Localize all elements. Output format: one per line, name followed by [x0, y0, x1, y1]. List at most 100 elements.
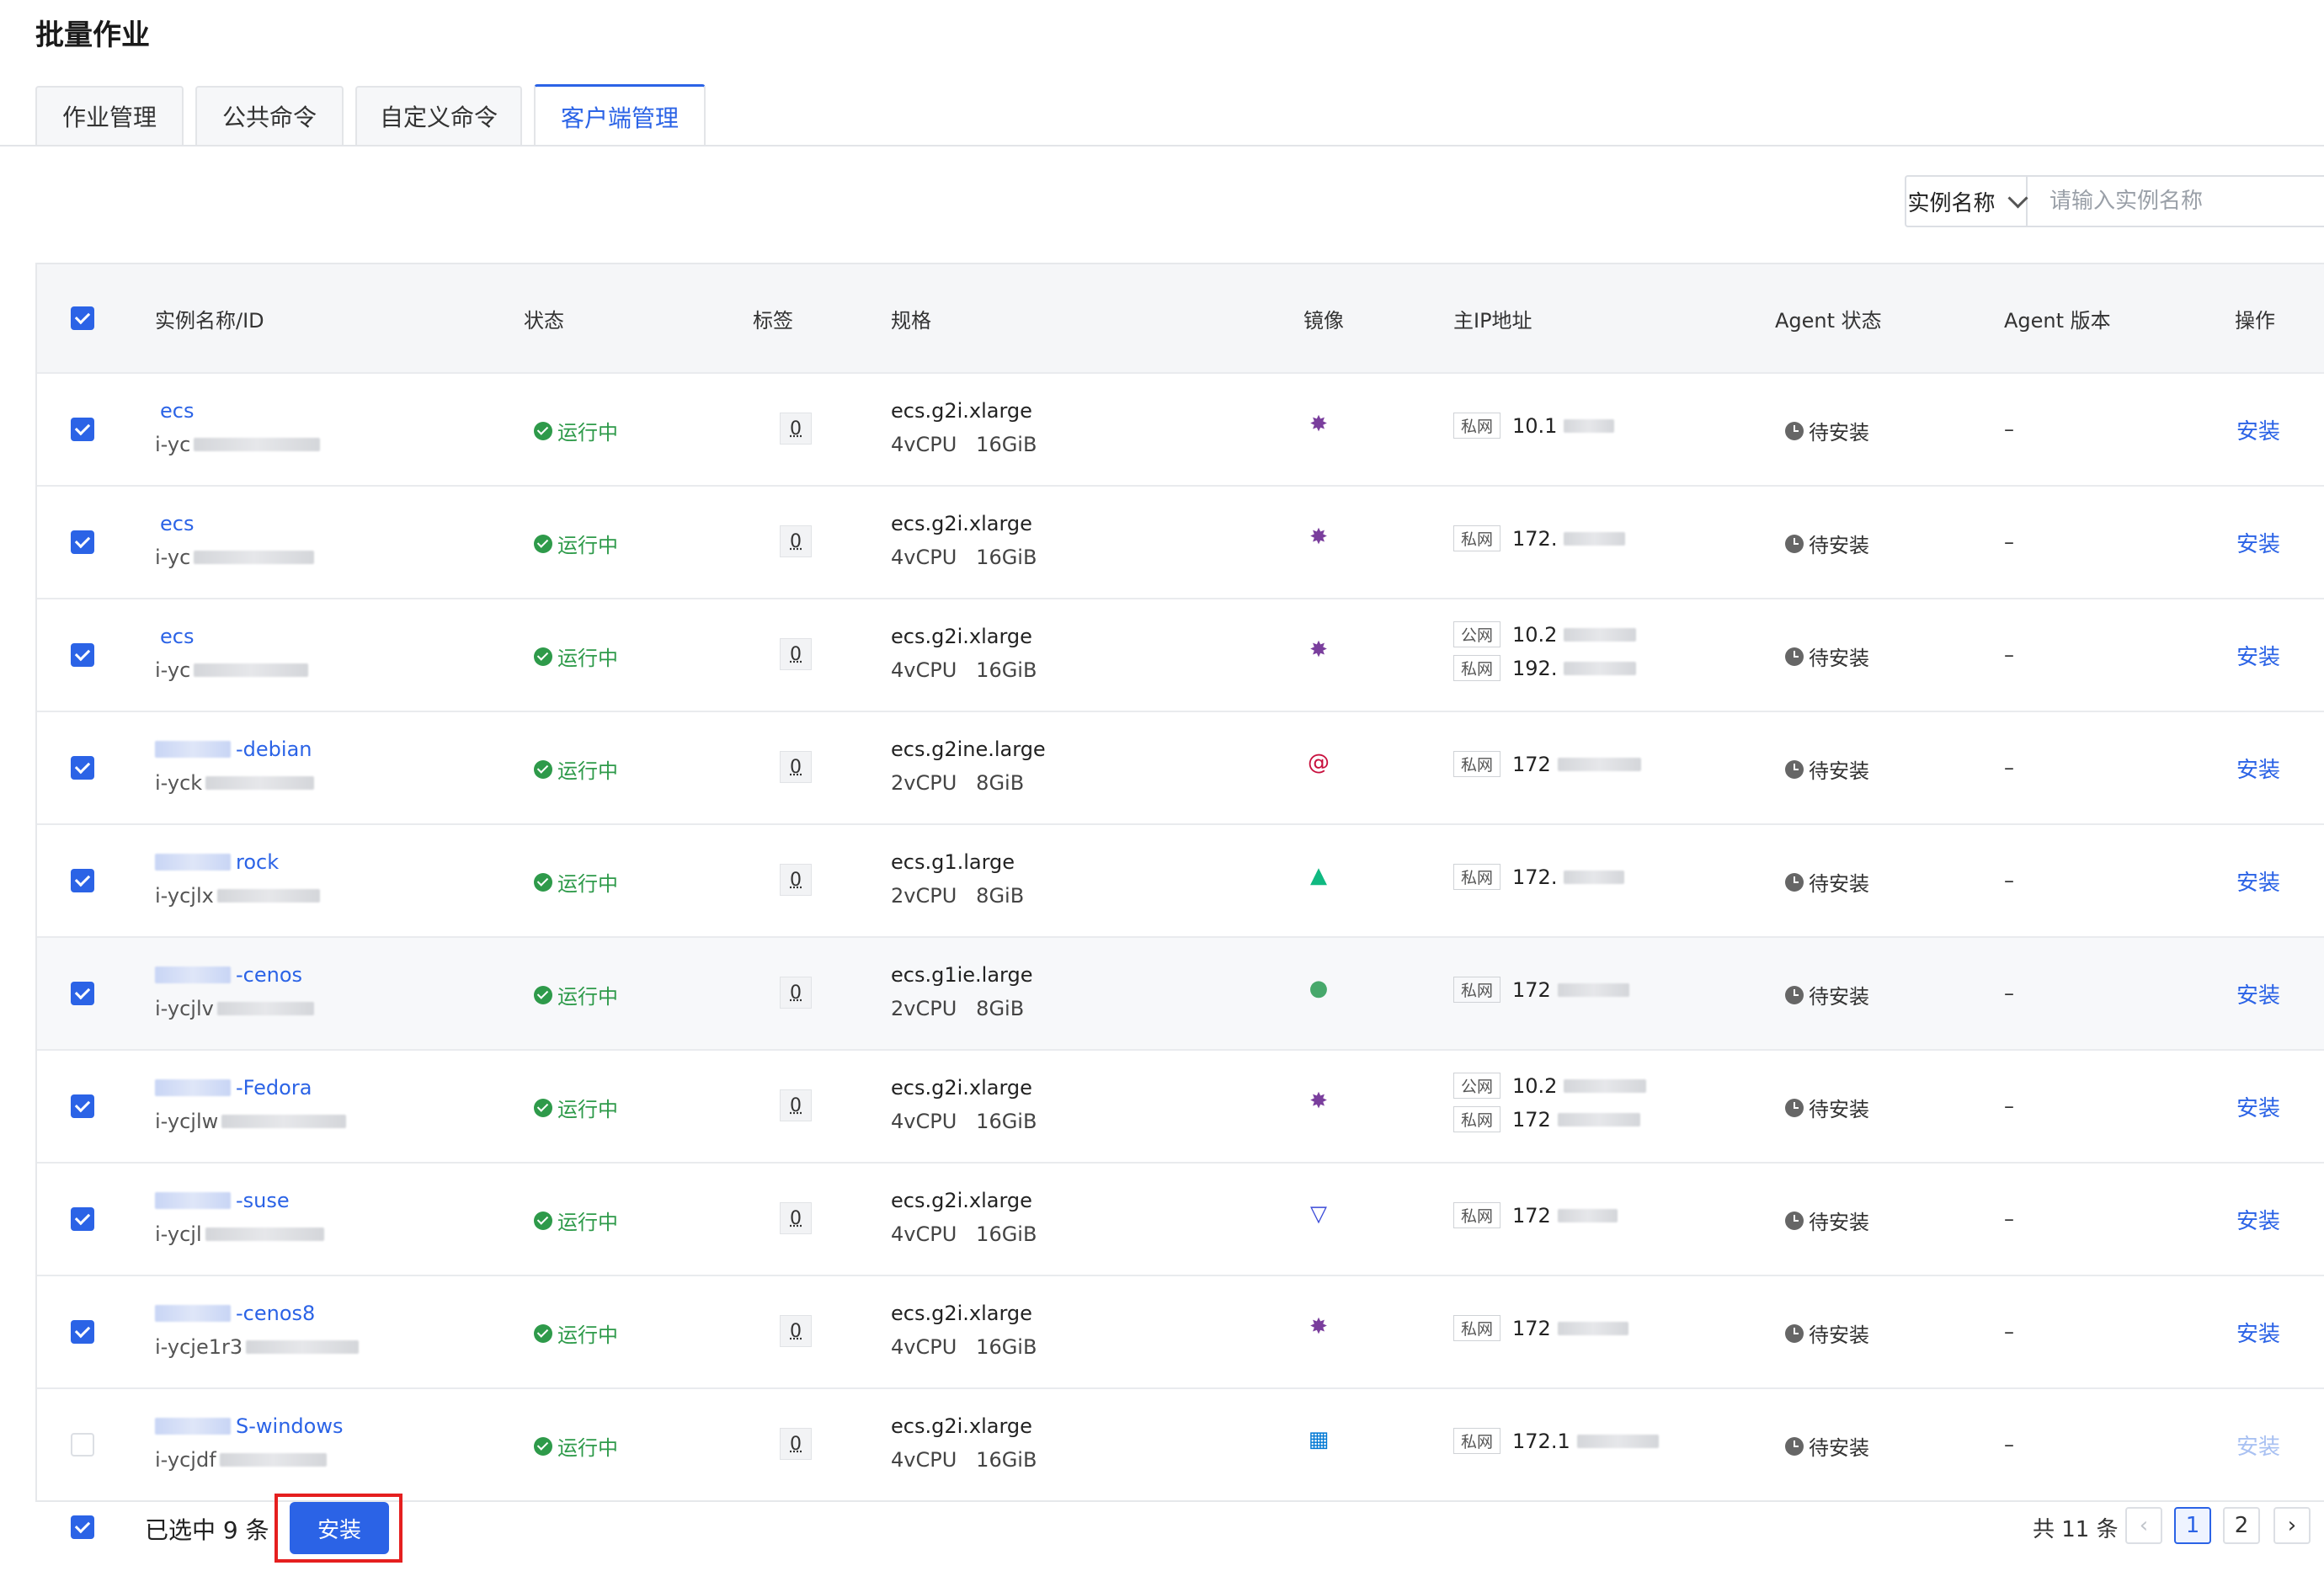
prev-page-button[interactable]: ‹ — [2125, 1507, 2162, 1544]
redacted-ip — [1564, 1078, 1647, 1093]
search-input[interactable] — [2026, 175, 2324, 227]
agent-version: – — [2004, 530, 2014, 554]
instance-name[interactable]: -cenos8 — [155, 1302, 315, 1325]
instance-name[interactable]: ecs — [155, 625, 194, 648]
row-checkbox[interactable] — [71, 1433, 94, 1457]
footer-select-checkbox[interactable] — [71, 1515, 94, 1539]
row-checkbox[interactable] — [71, 756, 94, 780]
row-checkbox[interactable] — [71, 418, 94, 441]
col-header-spec: 规格 — [891, 308, 931, 333]
row-checkbox[interactable] — [71, 1320, 94, 1344]
install-link[interactable]: 安装 — [2236, 865, 2280, 897]
redacted-ip — [1564, 418, 1615, 433]
table-row: ecs i-yc 运行中 0 ecs.g2i.xlarge 4vCPU 16Gi… — [37, 372, 2324, 485]
instance-name[interactable]: ecs — [155, 399, 194, 423]
row-checkbox[interactable] — [71, 982, 94, 1005]
row-checkbox[interactable] — [71, 1207, 94, 1231]
instance-name-link[interactable]: rock — [236, 850, 279, 874]
ip-line: 公网 10.2 — [1453, 1073, 1647, 1099]
instance-name[interactable]: ecs — [155, 512, 194, 535]
tag-count[interactable]: 0 — [780, 1428, 812, 1460]
instance-name[interactable]: -debian — [155, 738, 312, 761]
check-circle-icon — [534, 759, 552, 779]
row-checkbox[interactable] — [71, 1094, 94, 1118]
col-header-image: 镜像 — [1303, 308, 1344, 333]
spec-cpu: 4vCPU — [891, 1448, 957, 1472]
tab-job-management[interactable]: 作业管理 — [35, 86, 184, 145]
ip-address: 172 — [1512, 1316, 1551, 1340]
status-badge: 运行中 — [534, 1206, 618, 1235]
row-checkbox[interactable] — [71, 530, 94, 554]
instance-name-link[interactable]: ecs — [160, 399, 194, 423]
tab-public-commands[interactable]: 公共命令 — [195, 86, 344, 145]
tag-count[interactable]: 0 — [780, 525, 812, 557]
instance-name-link[interactable]: S-windows — [236, 1414, 343, 1438]
row-checkbox[interactable] — [71, 643, 94, 667]
instance-name[interactable]: -suse — [155, 1189, 290, 1212]
install-link[interactable]: 安装 — [2236, 753, 2280, 784]
install-link[interactable]: 安装 — [2236, 414, 2280, 445]
instance-id-text: i-yc — [155, 433, 191, 456]
tag-count[interactable]: 0 — [780, 977, 812, 1009]
col-header-status: 状态 — [524, 308, 564, 333]
instance-name-link[interactable]: ecs — [160, 512, 194, 535]
instance-name-link[interactable]: -cenos — [236, 963, 302, 987]
agent-status: 待安装 — [1785, 867, 1869, 897]
install-link[interactable]: 安装 — [2236, 1204, 2280, 1235]
table-body: ecs i-yc 运行中 0 ecs.g2i.xlarge 4vCPU 16Gi… — [37, 372, 2324, 1500]
spec-name: ecs.g2i.xlarge — [891, 1302, 1032, 1325]
redacted-ip — [1564, 627, 1637, 642]
check-circle-icon — [534, 1211, 552, 1230]
redacted-id — [219, 1453, 327, 1467]
select-all-checkbox[interactable] — [71, 306, 94, 330]
row-checkbox[interactable] — [71, 869, 94, 892]
redacted-name — [155, 741, 231, 758]
table-row: ecs i-yc 运行中 0 ecs.g2i.xlarge 4vCPU 16Gi… — [37, 598, 2324, 711]
page-2-button[interactable]: 2 — [2223, 1507, 2260, 1544]
ip-type-badge: 公网 — [1453, 1073, 1501, 1099]
instance-name[interactable]: rock — [155, 850, 279, 874]
page-1-button[interactable]: 1 — [2174, 1507, 2211, 1544]
tag-count[interactable]: 0 — [780, 638, 812, 670]
install-link[interactable]: 安装 — [2236, 1091, 2280, 1122]
install-link[interactable]: 安装 — [2236, 527, 2280, 558]
instance-name-link[interactable]: -suse — [236, 1189, 290, 1212]
install-link[interactable]: 安装 — [2236, 978, 2280, 1009]
install-link[interactable]: 安装 — [2236, 640, 2280, 671]
search-field-select[interactable]: 实例名称 — [1905, 175, 2028, 227]
agent-status: 待安装 — [1785, 1431, 1869, 1461]
agent-status: 待安装 — [1785, 529, 1869, 558]
instance-name[interactable]: S-windows — [155, 1414, 343, 1438]
tag-count[interactable]: 0 — [780, 864, 812, 896]
instance-name[interactable]: -cenos — [155, 963, 302, 987]
instance-id-text: i-yc — [155, 546, 191, 569]
tag-count[interactable]: 0 — [780, 1202, 812, 1234]
next-page-button[interactable]: › — [2273, 1507, 2311, 1544]
total-count: 共 11 条 — [2033, 1517, 2119, 1542]
install-link[interactable]: 安装 — [2236, 1430, 2280, 1461]
agent-status: 待安装 — [1785, 642, 1869, 671]
tag-count[interactable]: 0 — [780, 1089, 812, 1121]
redacted-name — [155, 967, 231, 983]
tag-count[interactable]: 0 — [780, 413, 812, 445]
tab-client-management[interactable]: 客户端管理 — [534, 84, 706, 146]
install-link[interactable]: 安装 — [2236, 1317, 2280, 1348]
instance-name-link[interactable]: -Fedora — [236, 1076, 312, 1100]
instance-name-link[interactable]: -cenos8 — [236, 1302, 315, 1325]
tag-count[interactable]: 0 — [780, 1315, 812, 1347]
instance-name-link[interactable]: ecs — [160, 625, 194, 648]
spec-resources: 4vCPU 16GiB — [891, 546, 1037, 569]
instance-name[interactable]: -Fedora — [155, 1076, 312, 1100]
batch-install-button[interactable]: 安装 — [290, 1502, 389, 1554]
centos-icon: ✸ — [1309, 412, 1328, 437]
clock-icon — [1785, 647, 1804, 666]
tab-custom-commands[interactable]: 自定义命令 — [355, 86, 522, 145]
instance-id: i-ycjl — [155, 1222, 324, 1246]
status-badge: 运行中 — [534, 1431, 618, 1461]
tag-count[interactable]: 0 — [780, 751, 812, 783]
instance-id-text: i-ycjlx — [155, 884, 214, 908]
spec-resources: 4vCPU 16GiB — [891, 1448, 1037, 1472]
instance-name-link[interactable]: -debian — [236, 738, 312, 761]
spec-mem: 16GiB — [976, 433, 1037, 456]
check-circle-icon — [534, 985, 552, 1004]
